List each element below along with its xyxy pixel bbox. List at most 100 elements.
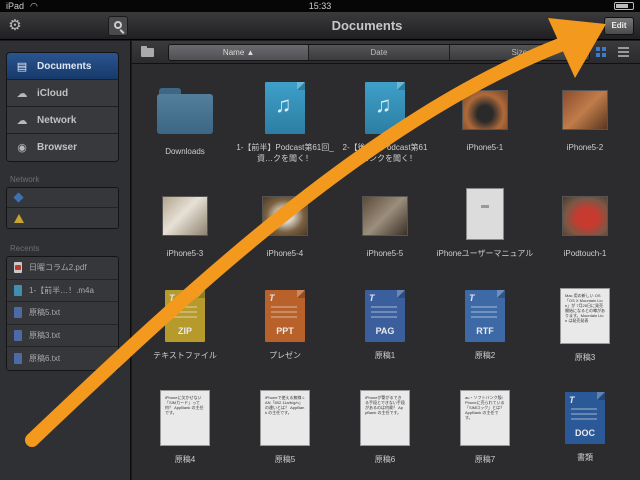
- grid-view-icon[interactable]: [596, 47, 607, 58]
- file-tile[interactable]: iPhoneで使える無線 LAN「802.11a/b/g/n」の違いとは？ Ap…: [235, 390, 335, 480]
- photo-thumbnail: [462, 90, 508, 130]
- ppt-file-icon: T PPT: [265, 290, 305, 342]
- text-file-icon: [14, 329, 22, 341]
- file-name: iPhone5-2: [566, 143, 604, 152]
- file-name: 原稿1: [374, 351, 396, 360]
- file-tile[interactable]: iPhone5-5: [335, 188, 435, 288]
- file-grid: Downloads ♫ 1-【前半】Podcast第61回_資…クを聞く！ ♫ 2-【後…: [132, 64, 640, 480]
- edit-button[interactable]: Edit: [604, 17, 634, 35]
- file-tile[interactable]: iPhoneが繋がるできる手段とできない手段があるのは何故？ AppBank の…: [335, 390, 435, 480]
- text-file-icon: [14, 307, 22, 319]
- status-time: 15:33: [308, 1, 332, 11]
- photo-thumbnail: [562, 90, 608, 130]
- file-name: 原稿6: [374, 455, 396, 464]
- recents-section-label: Recents: [10, 244, 40, 253]
- file-name: プレゼン: [269, 351, 301, 360]
- file-name: iPhone5-3: [166, 249, 204, 258]
- file-tile[interactable]: T DOC 書類: [535, 392, 635, 480]
- file-tile[interactable]: ♫ 1-【前半】Podcast第61回_資…クを聞く！: [235, 82, 335, 182]
- file-name: 1-【前半】Podcast第61回_資…クを聞く！: [236, 143, 334, 163]
- sort-toolbar: Name ▲ Date Size: [132, 41, 640, 64]
- file-name: 2-【後半】Podcast第61回…ンクを聞く！: [342, 143, 428, 163]
- network-section-label: Network: [10, 175, 40, 184]
- network-icon: ☁: [16, 114, 28, 127]
- file-tile[interactable]: Downloads: [135, 82, 235, 182]
- file-tile[interactable]: iPhone5-2: [535, 82, 635, 182]
- sidebar-item-network[interactable]: ☁ Network: [7, 107, 118, 134]
- top-toolbar: ⚙ Documents Edit: [0, 12, 640, 40]
- network-item-dropbox[interactable]: [7, 188, 118, 208]
- file-name: 原稿3: [574, 353, 596, 362]
- sort-by-size[interactable]: Size: [449, 45, 589, 60]
- file-name: iPhone5-1: [466, 143, 504, 152]
- sort-by-name[interactable]: Name ▲: [169, 45, 310, 60]
- folder-icon: [157, 88, 213, 134]
- sort-by-date[interactable]: Date: [309, 45, 450, 60]
- pag-file-icon: T PAG: [365, 290, 405, 342]
- sidebar-item-label: Network: [37, 114, 77, 126]
- file-tile[interactable]: iPodtouch-1: [535, 188, 635, 288]
- sidebar: ▤ Documents ☁ iCloud ☁ Network ◉ Browser…: [0, 41, 131, 480]
- file-tile[interactable]: iPhoneユーザーマニュアル: [435, 188, 535, 288]
- file-name: 原稿7: [474, 455, 496, 464]
- file-name: 書類: [577, 453, 593, 462]
- file-name: iPhone5-4: [266, 249, 304, 258]
- file-tile[interactable]: iPhone5-3: [135, 188, 235, 288]
- text-preview-thumbnail: au・ソフトバンク版iPhoneに売られている「SIMロック」とは？ AppBa…: [460, 390, 510, 446]
- recent-item[interactable]: 原稿3.txt: [7, 324, 118, 347]
- photo-thumbnail: [362, 196, 408, 236]
- file-tile[interactable]: iPhone5-4: [235, 188, 335, 288]
- sidebar-item-documents[interactable]: ▤ Documents: [7, 53, 118, 80]
- compass-icon: ◉: [17, 142, 27, 154]
- cloud-icon: ☁: [16, 87, 28, 100]
- audio-file-icon: ♫: [265, 82, 305, 134]
- audio-file-icon: [14, 284, 22, 296]
- gear-icon[interactable]: ⚙: [6, 17, 24, 35]
- battery-icon: [614, 2, 634, 10]
- new-folder-button[interactable]: [139, 45, 157, 60]
- file-tile[interactable]: T RTF 原稿2: [435, 290, 535, 390]
- file-tile[interactable]: T PAG 原稿1: [335, 290, 435, 390]
- file-name: 原稿2: [474, 351, 496, 360]
- list-view-icon[interactable]: [618, 47, 629, 58]
- audio-file-icon: ♫: [365, 82, 405, 134]
- file-name: iPhoneユーザーマニュアル: [436, 249, 534, 258]
- google-drive-icon: [14, 213, 24, 223]
- recent-item[interactable]: 1-【前半…！.m4a: [7, 279, 118, 302]
- recent-item[interactable]: 日曜コラム2.pdf: [7, 257, 118, 280]
- recent-item[interactable]: 原稿6.txt: [7, 347, 118, 370]
- file-tile[interactable]: T PPT プレゼン: [235, 290, 335, 390]
- file-tile[interactable]: au・ソフトバンク版iPhoneに売られている「SIMロック」とは？ AppBa…: [435, 390, 535, 480]
- network-item-google-drive[interactable]: [7, 208, 118, 228]
- file-name: 原稿5: [274, 455, 296, 464]
- search-icon: [114, 21, 122, 29]
- recent-item[interactable]: 原稿5.txt: [7, 302, 118, 325]
- status-bar: iPad ◠ 15:33: [0, 0, 640, 12]
- file-name: iPhone5-5: [366, 249, 404, 258]
- photo-thumbnail: [262, 196, 308, 236]
- file-tile[interactable]: Mac 用の新しい OS「OS X Mountain Lion」が 7月25日に…: [535, 288, 635, 390]
- file-tile[interactable]: ♫ 2-【後半】Podcast第61回…ンクを聞く！: [335, 82, 435, 182]
- zip-file-icon: T ZIP: [165, 290, 205, 342]
- file-tile[interactable]: iPhone5-1: [435, 82, 535, 182]
- file-name: Downloads: [165, 147, 205, 156]
- search-button[interactable]: [108, 16, 128, 36]
- text-preview-thumbnail: iPhoneで使える無線 LAN「802.11a/b/g/n」の違いとは？ Ap…: [260, 390, 310, 446]
- documents-icon: ▤: [16, 60, 28, 73]
- sort-segmented-control: Name ▲ Date Size: [168, 44, 590, 61]
- recents-list: 日曜コラム2.pdf 1-【前半…！.m4a 原稿5.txt 原稿3.txt 原…: [6, 256, 119, 371]
- dropbox-icon: [13, 192, 24, 203]
- sidebar-item-browser[interactable]: ◉ Browser: [7, 134, 118, 161]
- file-tile[interactable]: T ZIP テキストファイル: [135, 290, 235, 390]
- text-preview-thumbnail: iPhoneが繋がるできる手段とできない手段があるのは何故？ AppBank の…: [360, 390, 410, 446]
- main-content: Name ▲ Date Size Downloads ♫ 1-【前半】Podcast…: [132, 41, 640, 480]
- file-name: iPodtouch-1: [563, 249, 607, 258]
- photo-thumbnail: [562, 196, 608, 236]
- file-name: 原稿4: [174, 455, 196, 464]
- network-list: [6, 187, 119, 229]
- rtf-file-icon: T RTF: [465, 290, 505, 342]
- sidebar-item-label: Browser: [37, 142, 78, 153]
- sidebar-item-icloud[interactable]: ☁ iCloud: [7, 80, 118, 107]
- text-file-icon: [14, 352, 22, 364]
- file-tile[interactable]: iPhoneに欠かせない「SIMカード」って何？ AppBank の主任です。原…: [135, 390, 235, 480]
